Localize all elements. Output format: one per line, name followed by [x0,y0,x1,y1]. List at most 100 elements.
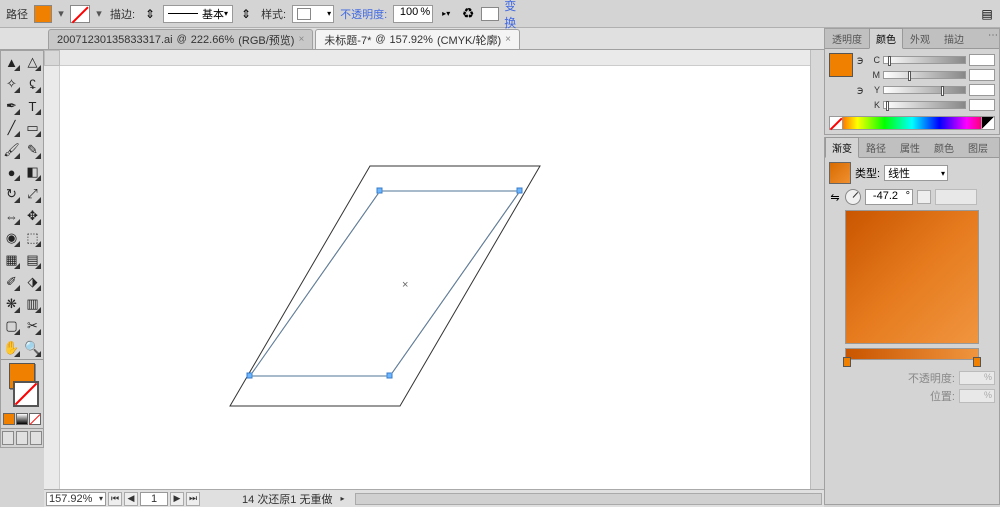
black-value[interactable] [969,99,995,111]
close-icon[interactable]: × [505,34,511,45]
direct-selection-tool[interactable]: △ [22,51,43,73]
selection-tool[interactable]: ▲ [1,51,22,73]
link-icon[interactable]: ℈ [857,55,867,66]
blob-brush-tool[interactable]: ● [1,161,22,183]
aspect-ratio-icon[interactable] [917,190,931,204]
normal-screen-button[interactable] [2,431,14,445]
pencil-tool[interactable]: ✎ [22,139,43,161]
gradient-stop[interactable] [843,357,851,367]
gradient-type-combo[interactable]: 线性▾ [884,165,948,181]
color-mode-button[interactable] [3,413,15,425]
artboard[interactable]: × [60,66,824,489]
magic-wand-tool[interactable]: ✧ [1,73,22,95]
panel-tab-color[interactable]: 颜色 [869,28,903,49]
eraser-tool[interactable]: ◧ [22,161,43,183]
type-tool[interactable]: T [22,95,43,117]
panel-menu-icon[interactable]: ⋯ [988,30,998,41]
zoom-tool[interactable]: 🔍 [22,337,43,359]
brush-def-stepper[interactable]: ⇕ [237,5,255,23]
shape-builder-tool[interactable]: ◉ [1,227,22,249]
panel-tab-stroke[interactable]: 描边 [937,28,971,48]
none-color-icon[interactable] [829,116,843,130]
transform-link[interactable]: 变换 [503,5,521,23]
magenta-slider[interactable] [883,71,966,79]
panel-tab-swatches[interactable]: 颜色 [927,137,961,157]
vertical-ruler[interactable] [44,66,60,489]
cyan-slider[interactable] [883,56,966,64]
hand-tool[interactable]: ✋ [1,337,22,359]
panel-tab-gradient[interactable]: 渐变 [825,137,859,158]
gradient-stop[interactable] [973,357,981,367]
free-transform-tool[interactable]: ✥ [22,205,43,227]
panel-tab-layers[interactable]: 图层 [961,137,995,157]
stroke-weight-input[interactable]: 基本 ▾ [163,5,233,23]
horizontal-scrollbar[interactable] [355,493,822,505]
gradient-mode-button[interactable] [16,413,28,425]
panel-menu-icon[interactable]: ▤ [978,5,996,23]
stroke-swatch[interactable] [70,5,90,23]
last-artboard-button[interactable]: ⏭ [186,492,200,506]
line-segment-tool[interactable]: ╱ [1,117,22,139]
symbol-sprayer-tool[interactable]: ❋ [1,293,22,315]
panel-tab-appearance[interactable]: 外观 [903,28,937,48]
pen-tool[interactable]: ✒ [1,95,22,117]
stroke-weight-stepper[interactable]: ⇕ [141,5,159,23]
color-fill-swatch[interactable] [829,53,853,77]
lasso-tool[interactable]: ʢ [22,73,43,95]
fill-swatch[interactable] [34,5,52,23]
opacity-stepper[interactable]: ▸▾ [437,5,455,23]
gradient-tool[interactable]: ▤ [22,249,43,271]
width-tool[interactable]: ⇔ [1,205,22,227]
horizontal-ruler[interactable] [60,50,824,66]
perspective-tool[interactable]: ⬚ [22,227,43,249]
document-tab[interactable]: 20071230135833317.ai @ 222.66% (RGB/预览) … [48,29,313,49]
paintbrush-tool[interactable]: 🖌 [1,139,22,161]
column-graph-tool[interactable]: ▥ [22,293,43,315]
reverse-gradient-icon[interactable]: ⇋ [829,188,841,206]
scale-tool[interactable]: ⤢ [22,183,43,205]
yellow-slider[interactable] [883,86,966,94]
full-screen-button[interactable] [16,431,28,445]
bw-swatch-icon[interactable] [981,116,995,130]
zoom-combo[interactable]: 157.92%▾ [46,492,106,506]
vertical-scrollbar[interactable] [810,50,824,489]
inner-parallelogram[interactable] [250,191,520,376]
color-spectrum[interactable] [829,116,995,130]
rectangle-tool[interactable]: ▭ [22,117,43,139]
angle-dial[interactable] [845,189,861,205]
status-menu-icon[interactable]: ▸ [341,494,345,503]
panel-tab-pathfinder[interactable]: 路径 [859,137,893,157]
none-mode-button[interactable] [29,413,41,425]
next-artboard-button[interactable]: ▶ [170,492,184,506]
rotate-tool[interactable]: ↻ [1,183,22,205]
stroke-color-well[interactable] [13,381,39,407]
artboard-tool[interactable]: ▢ [1,315,22,337]
panel-tab-transparency[interactable]: 透明度 [825,28,869,48]
gradient-ramp[interactable] [845,348,979,360]
blend-tool[interactable]: ⬗ [22,271,43,293]
outer-parallelogram[interactable] [230,166,540,406]
artboard-number-input[interactable]: 1 [140,492,168,506]
close-icon[interactable]: × [298,34,304,45]
gradient-swatch[interactable] [829,162,851,184]
link-icon[interactable]: ℈ [857,85,867,96]
first-artboard-button[interactable]: ⏮ [108,492,122,506]
gradient-preview[interactable] [845,210,979,344]
eyedropper-tool[interactable]: ✐ [1,271,22,293]
document-profile-icon[interactable] [481,7,499,21]
slice-tool[interactable]: ✂ [22,315,43,337]
stroke-dropdown[interactable]: ▾ [94,6,104,22]
artwork[interactable]: × [60,66,824,489]
recolor-artwork-icon[interactable]: ♻ [459,5,477,23]
gradient-angle-input[interactable]: -47.2° [865,189,913,205]
selection-handles[interactable] [247,188,522,378]
ruler-origin[interactable] [44,50,60,66]
magenta-value[interactable] [969,69,995,81]
opacity-input[interactable]: 100 [393,5,433,23]
presentation-button[interactable] [30,431,42,445]
cyan-value[interactable] [969,54,995,66]
prev-artboard-button[interactable]: ◀ [124,492,138,506]
graphic-style-combo[interactable]: ▾ [292,5,334,23]
black-slider[interactable] [883,101,966,109]
fill-dropdown[interactable]: ▾ [56,6,66,22]
